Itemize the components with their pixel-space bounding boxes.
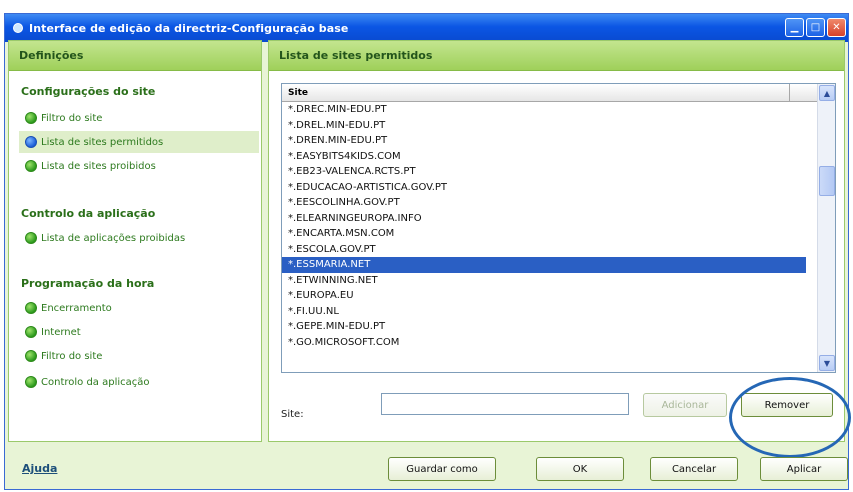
- section-title-app-control: Controlo da aplicação: [21, 207, 156, 220]
- nav-item-schedule-app-control[interactable]: Controlo da aplicação: [19, 371, 259, 393]
- list-item[interactable]: *.ETWINNING.NET: [282, 273, 806, 289]
- allowed-sites-panel: Lista de sites permitidos Site *.DREC.MI…: [268, 40, 845, 442]
- add-button[interactable]: Adicionar: [643, 393, 727, 417]
- site-input[interactable]: [381, 393, 629, 415]
- checkmark-icon: [25, 136, 37, 148]
- save-as-button[interactable]: Guardar como: [388, 457, 496, 481]
- list-item[interactable]: *.EUROPA.EU: [282, 288, 806, 304]
- section-title-site-config: Configurações do site: [21, 85, 156, 98]
- scroll-up-icon[interactable]: ▲: [819, 85, 835, 101]
- list-item[interactable]: *.ELEARNINGEUROPA.INFO: [282, 211, 806, 227]
- site-list[interactable]: Site *.DREC.MIN-EDU.PT *.DREL.MIN-EDU.PT *…: [281, 83, 836, 373]
- nav-item-label: Lista de sites permitidos: [41, 136, 164, 148]
- apply-button[interactable]: Aplicar: [760, 457, 848, 481]
- nav-item-allowed-sites[interactable]: Lista de sites permitidos: [19, 131, 259, 153]
- app-icon: [13, 23, 23, 33]
- nav-item-schedule-site-filter[interactable]: Filtro do site: [19, 345, 259, 367]
- list-item[interactable]: *.DREL.MIN-EDU.PT: [282, 118, 806, 134]
- nav-item-blocked-apps[interactable]: Lista de aplicações proibidas: [19, 227, 259, 249]
- list-item[interactable]: *.FI.UU.NL: [282, 304, 806, 320]
- list-rows: *.DREC.MIN-EDU.PT *.DREL.MIN-EDU.PT *.DREN…: [282, 102, 806, 350]
- green-dot-icon: [25, 232, 37, 244]
- vertical-scrollbar[interactable]: ▲ ▼: [817, 84, 835, 372]
- green-dot-icon: [25, 160, 37, 172]
- cancel-button[interactable]: Cancelar: [650, 457, 738, 481]
- list-item[interactable]: *.DREC.MIN-EDU.PT: [282, 102, 806, 118]
- list-item-selected[interactable]: *.ESSMARIA.NET: [282, 257, 806, 273]
- list-item[interactable]: *.EESCOLINHA.GOV.PT: [282, 195, 806, 211]
- nav-item-label: Filtro do site: [41, 350, 103, 362]
- green-dot-icon: [25, 112, 37, 124]
- nav-item-label: Lista de aplicações proibidas: [41, 232, 186, 244]
- allowed-sites-header: Lista de sites permitidos: [269, 41, 844, 71]
- nav-item-site-filter[interactable]: Filtro do site: [19, 107, 259, 129]
- window-controls: ▁ □ ✕: [785, 18, 846, 37]
- list-item[interactable]: *.ENCARTA.MSN.COM: [282, 226, 806, 242]
- nav-item-label: Filtro do site: [41, 112, 103, 124]
- green-dot-icon: [25, 326, 37, 338]
- list-item[interactable]: *.ESCOLA.GOV.PT: [282, 242, 806, 258]
- list-item[interactable]: *.EASYBITS4KIDS.COM: [282, 149, 806, 165]
- nav-item-label: Controlo da aplicação: [41, 376, 150, 388]
- definitions-header: Definições: [9, 41, 261, 71]
- nav-item-label: Internet: [41, 326, 81, 338]
- green-dot-icon: [25, 350, 37, 362]
- nav-item-label: Lista de sites proibidos: [41, 160, 156, 172]
- list-item[interactable]: *.GEPE.MIN-EDU.PT: [282, 319, 806, 335]
- close-button[interactable]: ✕: [827, 18, 846, 37]
- nav-item-label: Encerramento: [41, 302, 112, 314]
- minimize-button[interactable]: ▁: [785, 18, 804, 37]
- title-bar[interactable]: Interface de edição da directriz-Configu…: [5, 14, 848, 42]
- list-item[interactable]: *.EB23-VALENCA.RCTS.PT: [282, 164, 806, 180]
- column-header-site[interactable]: Site: [282, 84, 790, 101]
- section-title-schedule: Programação da hora: [21, 277, 155, 290]
- scroll-down-icon[interactable]: ▼: [819, 355, 835, 371]
- green-dot-icon: [25, 302, 37, 314]
- list-item[interactable]: *.DREN.MIN-EDU.PT: [282, 133, 806, 149]
- help-link[interactable]: Ajuda: [22, 462, 57, 475]
- scrollbar-thumb[interactable]: [819, 166, 835, 196]
- window-title: Interface de edição da directriz-Configu…: [29, 21, 349, 35]
- definitions-panel: Definições Configurações do site Filtro …: [8, 40, 262, 442]
- nav-item-blocked-sites[interactable]: Lista de sites proibidos: [19, 155, 259, 177]
- list-item[interactable]: *.EDUCACAO-ARTISTICA.GOV.PT: [282, 180, 806, 196]
- nav-item-shutdown[interactable]: Encerramento: [19, 297, 259, 319]
- list-header: Site: [282, 84, 835, 102]
- site-label: Site:: [281, 409, 304, 420]
- green-dot-icon: [25, 376, 37, 388]
- nav-item-internet[interactable]: Internet: [19, 321, 259, 343]
- list-item[interactable]: *.GO.MICROSOFT.COM: [282, 335, 806, 351]
- ok-button[interactable]: OK: [536, 457, 624, 481]
- maximize-button[interactable]: □: [806, 18, 825, 37]
- remove-button[interactable]: Remover: [741, 393, 833, 417]
